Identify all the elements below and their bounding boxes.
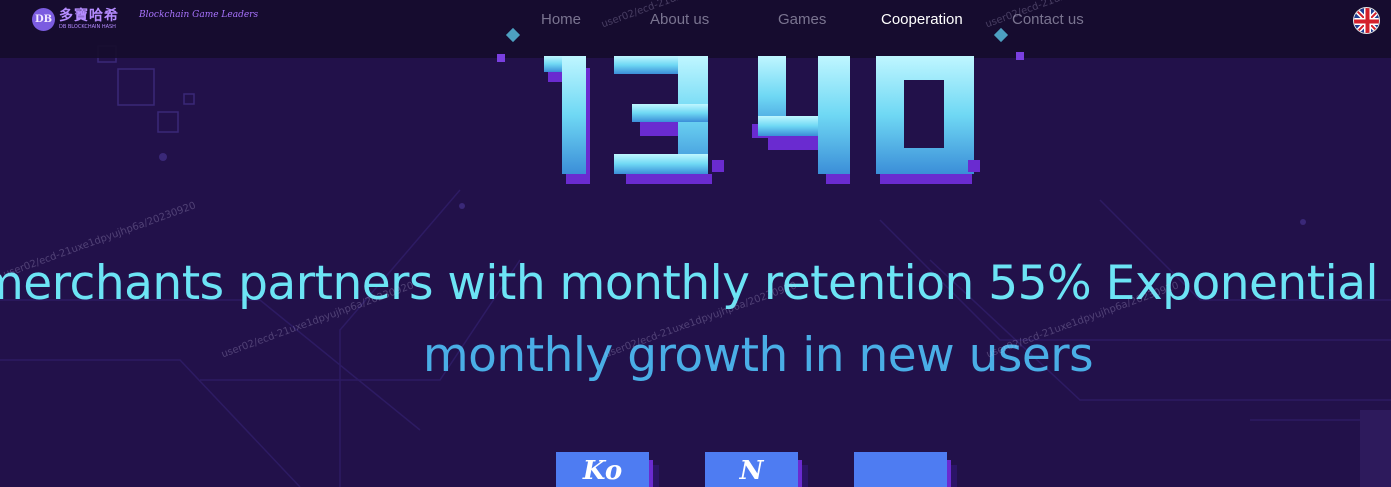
stats-headline: merchants partners with monthly retentio… — [0, 256, 1379, 311]
partner-logo-k-icon: Ko — [582, 456, 623, 486]
big-number — [0, 42, 1391, 192]
stats-subline: monthly growth in new users — [422, 328, 1094, 383]
partner-tile-2[interactable]: N — [705, 452, 808, 487]
digit-1 — [544, 56, 590, 184]
digit-3 — [614, 56, 724, 184]
partner-tile-1[interactable]: Ko — [556, 452, 659, 487]
partner-tile-3[interactable] — [854, 452, 957, 487]
digit-0 — [876, 56, 980, 184]
big-number-pixel-digits — [544, 56, 980, 184]
digit-4 — [752, 56, 850, 184]
partner-logo-n-icon: N — [739, 456, 764, 486]
